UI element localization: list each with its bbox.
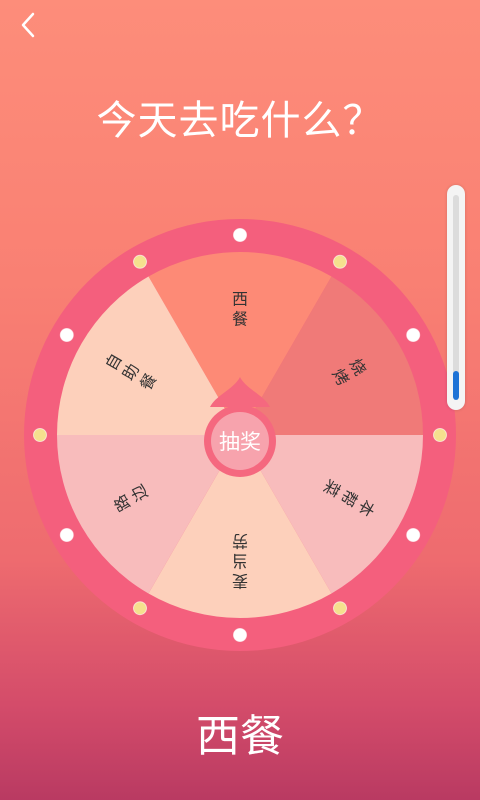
rim-light (233, 228, 247, 242)
rim-light (333, 254, 347, 269)
slider-track (453, 195, 459, 400)
result-text: 西餐 (196, 711, 284, 762)
rim-light (59, 528, 74, 542)
vertical-slider[interactable] (447, 185, 465, 410)
svg-text:当: 当 (232, 552, 248, 571)
svg-text:西: 西 (232, 290, 248, 309)
wheel-segment-label: 麦当劳 (232, 532, 248, 591)
svg-text:麦: 麦 (232, 572, 248, 591)
svg-text:劳: 劳 (232, 532, 248, 551)
draw-button[interactable]: 抽奖 (212, 413, 268, 469)
rim-light (33, 428, 47, 442)
svg-text:餐: 餐 (232, 310, 248, 329)
rim-light (406, 528, 421, 542)
rim-light (133, 254, 147, 269)
slider-fill (453, 371, 459, 400)
wheel-segment-label: 西餐 (232, 290, 248, 329)
rim-light (133, 601, 147, 616)
rim-light (59, 328, 74, 342)
rim-light (233, 628, 247, 642)
prize-wheel: 西餐烧烤本帮菜麦当劳路边自助餐 (24, 219, 456, 651)
rim-light (333, 601, 347, 616)
rim-light (406, 328, 421, 342)
rim-light (433, 428, 447, 442)
